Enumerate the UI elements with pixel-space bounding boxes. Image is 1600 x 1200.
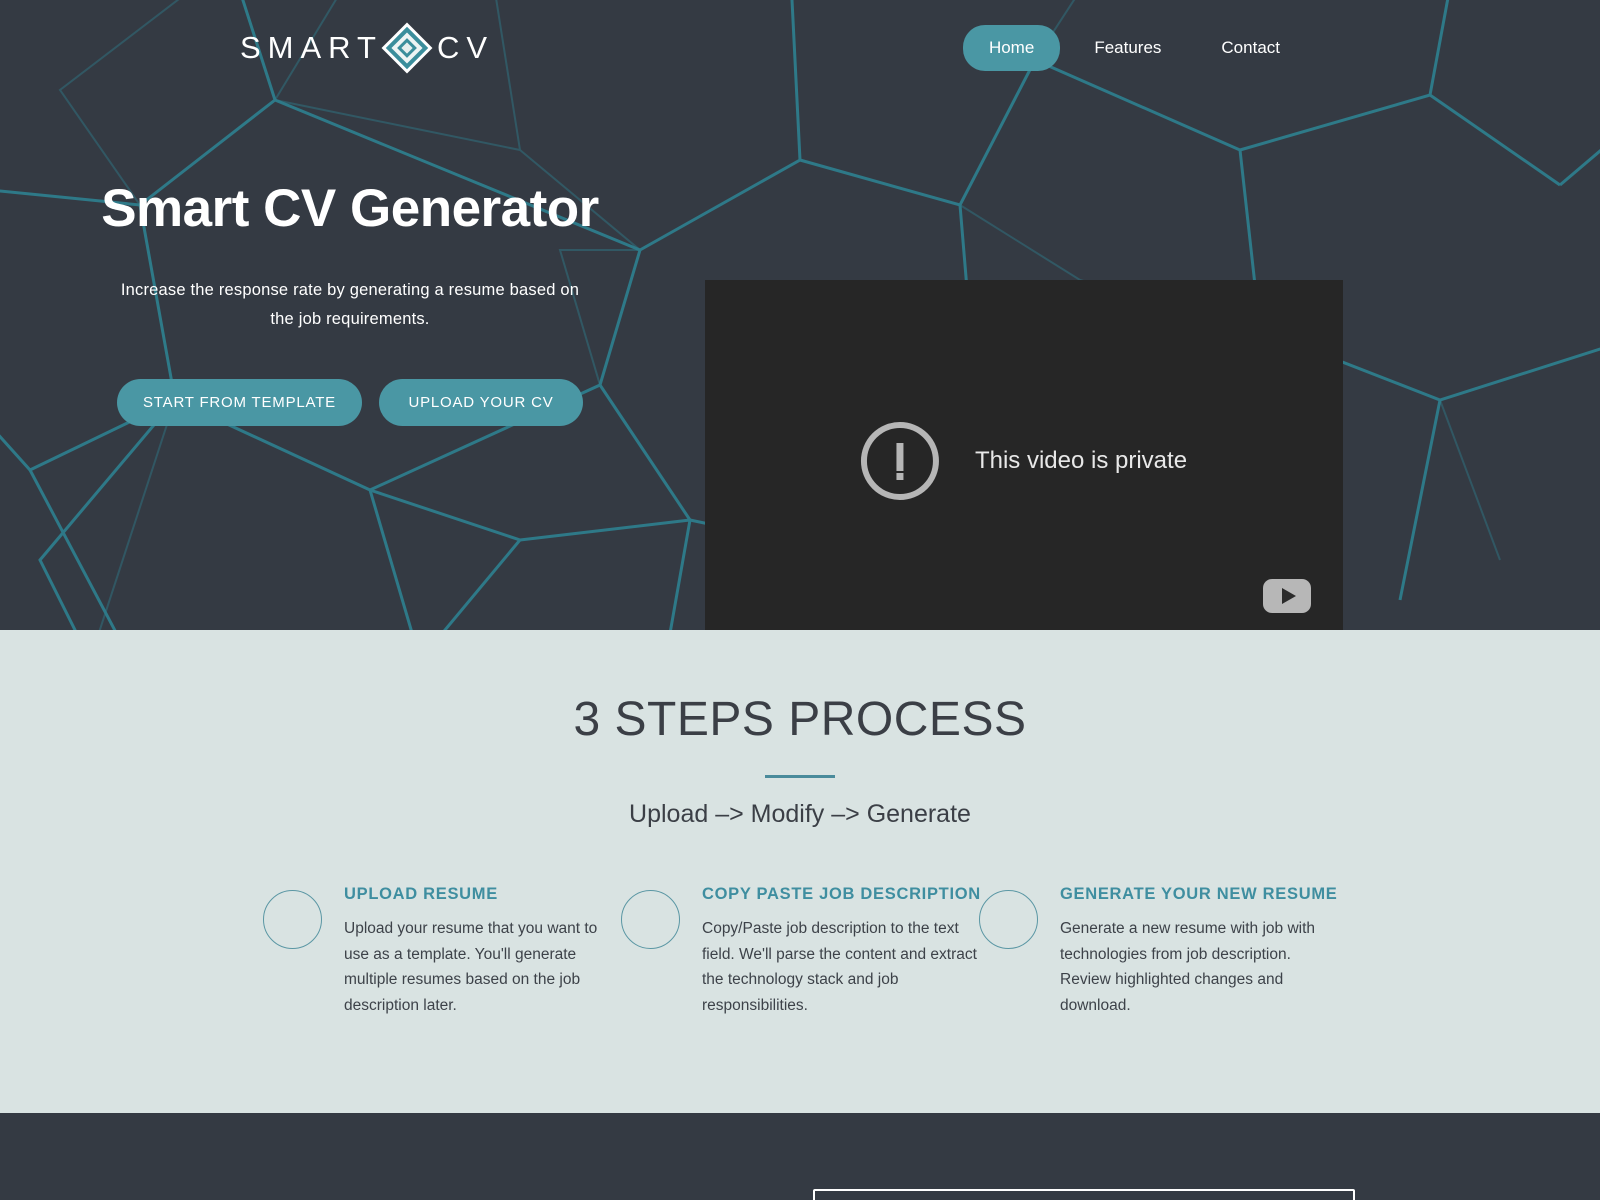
step-item-upload-resume: UPLOAD RESUME Upload your resume that yo…: [263, 885, 621, 1019]
nav-links: Home Features Contact: [962, 24, 1540, 71]
steps-row: UPLOAD RESUME Upload your resume that yo…: [0, 885, 1600, 1019]
video-status-text: This video is private: [974, 447, 1188, 474]
hero-section: SMART CV Home Features Contact Smart CV …: [0, 0, 1600, 630]
brand-name-right: CV: [436, 29, 495, 65]
nav-item-features[interactable]: Features: [1068, 25, 1187, 71]
step-description: Upload your resume that you want to use …: [344, 920, 598, 1015]
step-circle-icon: [979, 890, 1038, 949]
section-divider: [765, 775, 835, 778]
next-section: [0, 1113, 1600, 1200]
step-circle-icon: [263, 890, 322, 949]
step-description: Generate a new resume with job with tech…: [1060, 920, 1316, 1015]
start-from-template-button[interactable]: START FROM TEMPLATE: [117, 379, 362, 427]
step-title: UPLOAD RESUME: [344, 885, 498, 903]
job-description-input[interactable]: [813, 1189, 1355, 1200]
hero-cta-group: START FROM TEMPLATE UPLOAD YOUR CV: [0, 379, 700, 427]
hero-subtitle: Increase the response rate by generating…: [120, 281, 580, 329]
step-title: COPY PASTE JOB DESCRIPTION: [702, 885, 981, 903]
brand-logo[interactable]: SMART CV: [40, 22, 495, 73]
nav-item-home[interactable]: Home: [962, 24, 1061, 71]
nav-item-contact[interactable]: Contact: [1195, 25, 1306, 71]
youtube-play-icon[interactable]: [1263, 579, 1311, 613]
step-title: GENERATE YOUR NEW RESUME: [1060, 885, 1338, 903]
video-player[interactable]: This video is private: [705, 280, 1343, 630]
steps-heading: 3 STEPS PROCESS: [573, 693, 1027, 746]
steps-process-section: 3 STEPS PROCESS Upload –> Modify –> Gene…: [0, 630, 1600, 1113]
upload-your-cv-button[interactable]: UPLOAD YOUR CV: [379, 379, 583, 427]
page-title: Smart CV Generator: [101, 179, 599, 238]
exclamation-circle-icon: [860, 422, 939, 500]
brand-name-left: SMART: [240, 29, 383, 65]
step-description: Copy/Paste job description to the text f…: [702, 920, 977, 1015]
diamond-layers-icon: [381, 22, 433, 73]
video-private-message: This video is private: [860, 422, 1188, 500]
step-item-copy-paste-job-description: COPY PASTE JOB DESCRIPTION Copy/Paste jo…: [621, 885, 981, 1019]
top-navbar: SMART CV Home Features Contact: [0, 0, 1600, 95]
step-circle-icon: [621, 890, 680, 949]
steps-tagline: Upload –> Modify –> Generate: [629, 800, 971, 828]
step-item-generate-new-resume: GENERATE YOUR NEW RESUME Generate a new …: [979, 885, 1337, 1019]
hero-copy: Smart CV Generator Increase the response…: [0, 95, 700, 630]
hero-body: Smart CV Generator Increase the response…: [0, 95, 1600, 630]
